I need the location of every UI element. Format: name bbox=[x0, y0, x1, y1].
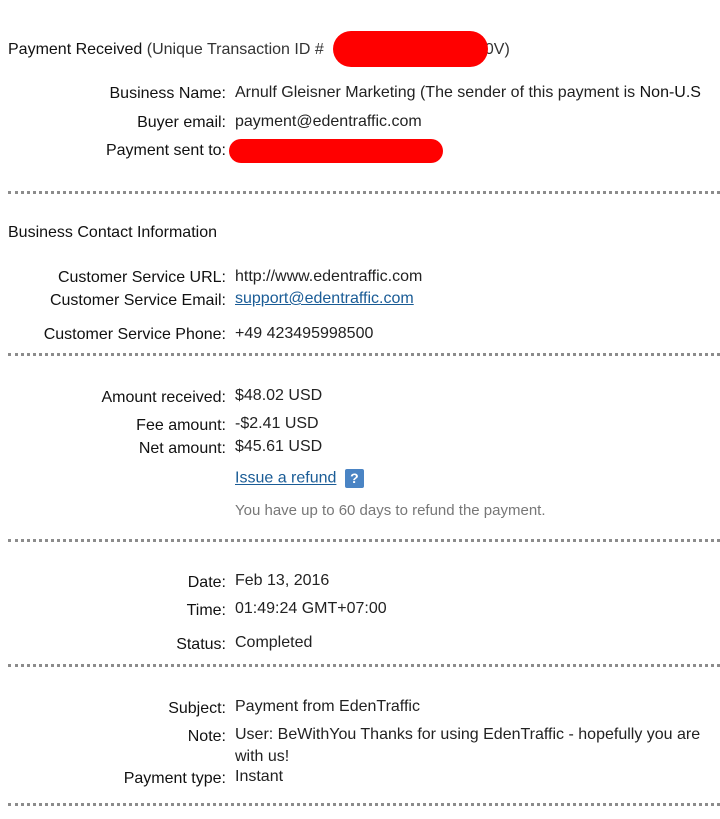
section-divider bbox=[8, 353, 720, 356]
contact-heading: Business Contact Information bbox=[8, 224, 217, 241]
issue-refund-row: Issue a refund ? bbox=[235, 469, 364, 488]
customer-service-url-label: Customer Service URL: bbox=[57, 269, 226, 286]
date-label: Date: bbox=[187, 574, 226, 591]
customer-service-email-link[interactable]: support@edentraffic.com bbox=[235, 290, 414, 308]
customer-service-url-value: http://www.edentraffic.com bbox=[235, 268, 423, 285]
amount-received-label: Amount received: bbox=[101, 389, 226, 406]
fee-amount-label: Fee amount: bbox=[136, 417, 226, 434]
payment-type-value: Instant bbox=[235, 768, 284, 785]
transaction-id-prefix: (Unique Transaction ID # bbox=[146, 41, 324, 58]
time-value: 01:49:24 GMT+07:00 bbox=[235, 600, 387, 617]
note-value-line-2: with us! bbox=[235, 748, 290, 765]
buyer-email-label: Buyer email: bbox=[137, 114, 226, 131]
payment-sent-to-label: Payment sent to: bbox=[105, 142, 226, 159]
refund-note: You have up to 60 days to refund the pay… bbox=[235, 502, 546, 519]
fee-amount-value: -$2.41 USD bbox=[235, 415, 319, 432]
business-name-label: Business Name: bbox=[109, 85, 227, 102]
business-name-text: Arnulf Gleisner Marketing (The sender of… bbox=[235, 84, 636, 101]
customer-service-phone-label: Customer Service Phone: bbox=[43, 326, 226, 343]
section-divider bbox=[8, 803, 720, 806]
sender-type-text: Non-U.S bbox=[639, 84, 701, 101]
status-value: Completed bbox=[235, 634, 313, 651]
date-value: Feb 13, 2016 bbox=[235, 572, 330, 589]
issue-refund-link[interactable]: Issue a refund bbox=[235, 470, 336, 487]
note-label: Note: bbox=[187, 728, 226, 745]
net-amount-value: $45.61 USD bbox=[235, 438, 323, 455]
section-divider bbox=[8, 191, 720, 194]
net-amount-label: Net amount: bbox=[138, 440, 226, 457]
subject-value: Payment from EdenTraffic bbox=[235, 698, 420, 715]
payment-type-label: Payment type: bbox=[123, 770, 226, 787]
amount-received-value: $48.02 USD bbox=[235, 387, 323, 404]
section-divider bbox=[8, 664, 720, 667]
status-label: Status: bbox=[176, 636, 226, 653]
page-title: Payment Received bbox=[8, 41, 143, 58]
help-icon[interactable]: ? bbox=[344, 469, 364, 488]
buyer-email-value: payment@edentraffic.com bbox=[235, 113, 422, 130]
time-label: Time: bbox=[186, 602, 226, 619]
note-value-line-1: User: BeWithYou Thanks for using EdenTra… bbox=[235, 726, 701, 743]
transaction-id-redaction bbox=[333, 31, 488, 67]
customer-service-email-label: Customer Service Email: bbox=[49, 292, 226, 309]
section-divider bbox=[8, 539, 720, 542]
payment-header: Payment Received (Unique Transaction ID … bbox=[8, 41, 324, 59]
customer-service-phone-value: +49 423495998500 bbox=[235, 325, 374, 342]
business-name-value: Arnulf Gleisner Marketing (The sender of… bbox=[235, 84, 701, 102]
payment-sent-to-redaction bbox=[229, 139, 443, 163]
subject-label: Subject: bbox=[168, 700, 226, 717]
